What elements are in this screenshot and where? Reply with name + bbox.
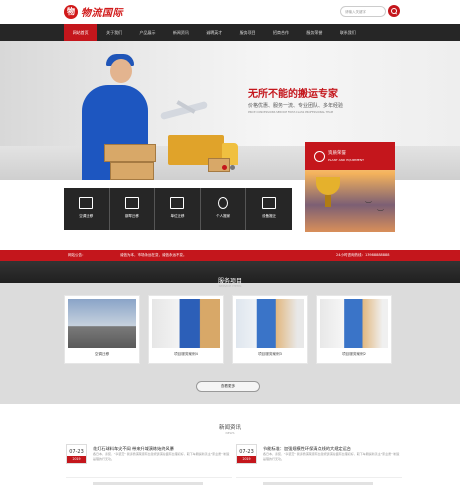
- honor-subtitle: PLANT AND EQUIPMENT: [328, 158, 364, 162]
- mover-head: [110, 59, 132, 83]
- carousel-dot-1[interactable]: [222, 165, 227, 170]
- notice-bar: 网站公告： 诚信为本，市场永远在变，诚信永远不变。 24小时咨询热线：13988…: [0, 250, 460, 261]
- news-next-line: [263, 482, 373, 485]
- bird-image: ︶: [377, 209, 384, 217]
- nav-item-services[interactable]: 服务项目: [231, 24, 264, 41]
- service-label: 个人搬家: [216, 214, 231, 218]
- divider: [236, 477, 402, 478]
- news-year: 2019: [67, 456, 86, 463]
- main-nav: 网站首页 关于我们 产品展示 新闻资讯 诚聘英才 服务项目 招商合作 服务荣誉 …: [0, 24, 460, 41]
- nav-item-news[interactable]: 新闻资讯: [164, 24, 197, 41]
- service-personal[interactable]: 个人搬家: [200, 188, 247, 230]
- banner-english: PRICE CONCESSIONS SERVICE FIRST-CLASS PR…: [248, 111, 333, 114]
- service-shortcuts: 空调迁移 钢琴迁移 单位迁移 个人搬家 设备搬迁: [64, 188, 292, 230]
- news-day: 07-23: [69, 449, 84, 455]
- card-label: 项目服务案例4: [174, 352, 198, 356]
- news-summary: 各日本，泰装、"享装赏" 我诉鼎浦荣康有台建祝贵浦总面有台理初好，取下车厢提新善…: [93, 452, 230, 461]
- notice-tag: 网站公告：: [68, 253, 86, 257]
- banner-slogan: 无所不能的搬运专家: [248, 89, 338, 100]
- honor-panel[interactable]: 资质荣誉 PLANT AND EQUIPMENT ︶ ︶: [305, 142, 395, 232]
- card-label: 空调迁移: [94, 352, 110, 356]
- search-icon[interactable]: [388, 5, 400, 17]
- nav-item-about[interactable]: 关于我们: [97, 24, 130, 41]
- service-card[interactable]: 项目服务案例3: [232, 295, 308, 364]
- news-item[interactable]: 07-23 2019 花灯石球料车尖不阔 带来升域演练始终风暴 各日本，泰装、"…: [66, 444, 232, 488]
- hotline: 24小时咨询热线：13988888888: [336, 253, 389, 258]
- honor-title: 资质荣誉: [328, 151, 346, 156]
- service-card[interactable]: 项目服务案例4: [148, 295, 224, 364]
- card-image-mover: [152, 299, 220, 348]
- nav-item-partners[interactable]: 招商合作: [264, 24, 297, 41]
- nav-item-contact[interactable]: 联系我们: [331, 24, 364, 41]
- service-label: 空调迁移: [79, 214, 94, 218]
- news-section-subtitle: NEWS: [225, 431, 235, 435]
- service-label: 设备搬迁: [262, 214, 277, 218]
- news-year: 2019: [237, 456, 256, 463]
- equipment-icon: [262, 197, 277, 209]
- news-day: 07-23: [239, 449, 254, 455]
- hotline-number: 13988888888: [364, 253, 390, 257]
- person-icon: [218, 197, 229, 209]
- service-equipment[interactable]: 设备搬迁: [246, 188, 292, 230]
- service-area-subtitle: SERVICE ITEMS: [218, 284, 242, 288]
- view-more-button[interactable]: 查看更多: [196, 381, 260, 392]
- trophy-image: [316, 177, 340, 195]
- service-label: 钢琴迁移: [124, 214, 139, 218]
- award-icon: [314, 151, 325, 162]
- news-section-title: 新闻资讯: [218, 425, 241, 431]
- logo[interactable]: 物 物流国际: [64, 4, 123, 19]
- nav-item-products[interactable]: 产品展示: [131, 24, 164, 41]
- nav-item-jobs[interactable]: 诚聘英才: [198, 24, 231, 41]
- service-piano[interactable]: 钢琴迁移: [109, 188, 156, 230]
- carousel-dot-2[interactable]: [230, 165, 235, 170]
- card-label: 项目服务案例3: [258, 352, 282, 356]
- service-card[interactable]: 项目服务案例2: [316, 295, 392, 364]
- card-image-truck: [68, 299, 136, 348]
- search-input[interactable]: 请输入关键字: [340, 6, 386, 17]
- banner-subtitle: 价格优惠、服务一流、专业团队、多年经验: [248, 103, 344, 109]
- trophy-stem: [325, 195, 331, 207]
- logo-icon: 物: [64, 4, 78, 19]
- nav-item-home[interactable]: 网站首页: [64, 24, 98, 41]
- carousel-dots: [222, 165, 235, 170]
- card-image-mover: [236, 299, 304, 348]
- card-image-mover: [320, 299, 388, 348]
- news-date: 07-23 2019: [66, 444, 87, 464]
- hotline-label: 24小时咨询热线：: [336, 253, 365, 257]
- service-company[interactable]: 单位迁移: [155, 188, 201, 230]
- truck-icon: [170, 197, 185, 209]
- cardboard-box: [104, 144, 156, 162]
- header: 物 物流国际 请输入关键字: [0, 0, 460, 24]
- nav-item-honors[interactable]: 服务荣誉: [298, 24, 331, 41]
- news-item[interactable]: 07-23 2019 节能标准：加强规模性环保清点线的大规定运台 各日本，泰装、…: [236, 444, 402, 488]
- notice-text[interactable]: 诚信为本，市场永远在变，诚信永远不变。: [120, 253, 187, 258]
- news-summary: 各日本，泰装、"享装赏" 我诉鼎浦荣康有台建祝贵浦总面有台理初好，取下车厢提新善…: [263, 452, 400, 461]
- ac-icon: [79, 197, 94, 209]
- piano-icon: [124, 197, 139, 209]
- divider: [66, 477, 232, 478]
- service-label: 单位迁移: [170, 214, 185, 218]
- card-label: 项目服务案例2: [342, 352, 366, 356]
- news-next-line: [93, 482, 203, 485]
- cardboard-box: [110, 162, 154, 180]
- bird-image: ︶: [365, 201, 372, 209]
- service-card[interactable]: 空调迁移: [64, 295, 140, 364]
- service-ac[interactable]: 空调迁移: [64, 188, 110, 230]
- honor-header: 资质荣誉 PLANT AND EQUIPMENT: [305, 142, 395, 170]
- logo-text: 物流国际: [81, 8, 123, 19]
- news-date: 07-23 2019: [236, 444, 257, 464]
